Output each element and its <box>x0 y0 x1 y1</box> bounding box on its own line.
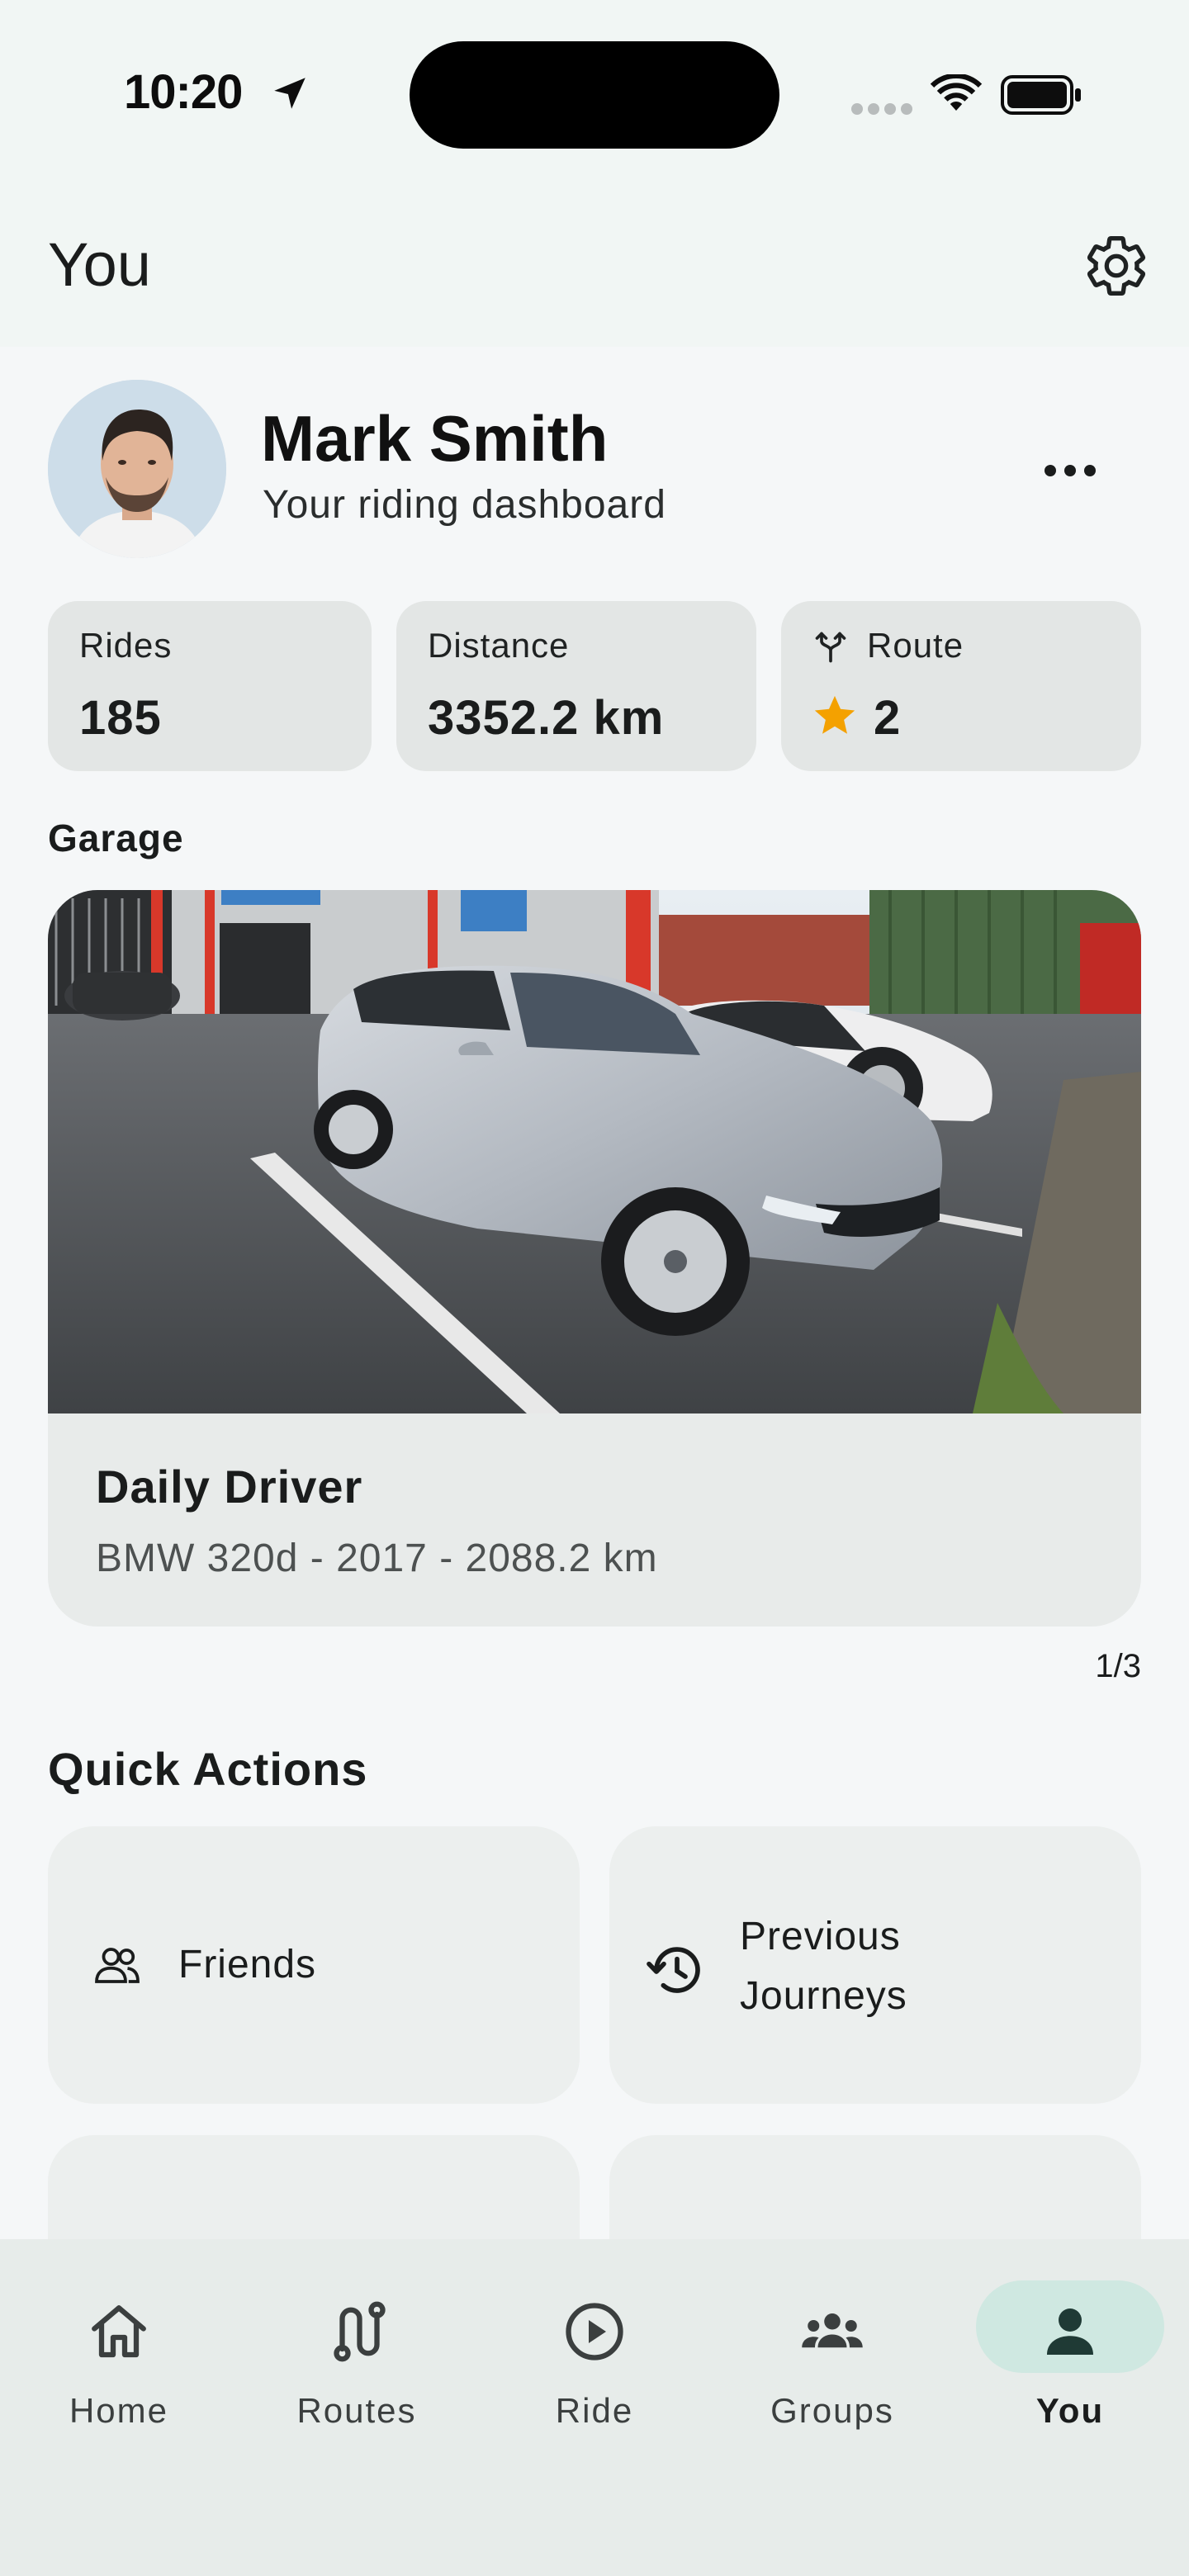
nav-label: Home <box>69 2391 169 2430</box>
person-icon <box>1047 2308 1093 2355</box>
nav-item-ride[interactable]: Ride <box>495 2262 694 2452</box>
fork-icon <box>815 632 846 663</box>
more-options-icon[interactable] <box>1037 452 1103 489</box>
settings-gear-icon[interactable] <box>1083 233 1149 299</box>
home-icon <box>92 2305 146 2358</box>
stat-card-distance[interactable]: Distance 3352.2 km <box>396 601 756 771</box>
quick-action-label-line-1: Previous <box>740 1915 901 1958</box>
garage-pager: 1/3 <box>1095 1648 1141 1684</box>
groups-icon <box>802 2313 863 2348</box>
star-icon <box>814 695 855 734</box>
history-icon <box>647 1947 700 1993</box>
stat-value: 2 <box>874 691 902 745</box>
people-icon <box>95 1948 140 1983</box>
nav-item-routes[interactable]: Routes <box>258 2262 456 2452</box>
garage-vehicle-card[interactable]: Daily Driver BMW 320d - 2017 - 2088.2 km <box>48 890 1141 1627</box>
nav-label: Ride <box>555 2391 634 2430</box>
wifi-icon <box>930 74 983 111</box>
quick-actions-title: Quick Actions <box>48 1743 368 1795</box>
nav-label: Routes <box>296 2391 417 2430</box>
status-time: 10:20 <box>124 65 243 119</box>
quick-action-label: Friends <box>178 1943 317 1986</box>
user-subtitle: Your riding dashboard <box>263 483 666 527</box>
nav-item-groups[interactable]: Groups <box>733 2262 931 2452</box>
stat-card-route[interactable]: Route 2 <box>781 601 1141 771</box>
avatar[interactable] <box>48 380 226 558</box>
location-arrow-icon <box>274 78 306 109</box>
avatar-portrait <box>48 380 226 558</box>
quick-action-label-line-2: Journeys <box>740 1974 907 2018</box>
app-header <box>0 173 1189 347</box>
play-circle-icon <box>566 2303 623 2361</box>
vehicle-name: Daily Driver <box>96 1461 363 1513</box>
stat-value: 185 <box>79 691 162 745</box>
nav-item-you[interactable]: You <box>971 2262 1169 2452</box>
stat-label: Rides <box>79 626 173 665</box>
stat-card-rides[interactable]: Rides 185 <box>48 601 372 771</box>
quick-action-previous-journeys[interactable]: Previous Journeys <box>609 1826 1141 2104</box>
nav-item-home[interactable]: Home <box>20 2262 218 2452</box>
user-name: Mark Smith <box>261 402 609 475</box>
quick-action-friends[interactable]: Friends <box>48 1826 580 2104</box>
stat-value: 3352.2 km <box>428 691 665 745</box>
vehicle-photo <box>48 890 1141 1413</box>
page-title: You <box>48 230 151 299</box>
cellular-signal-icon <box>851 103 912 115</box>
garage-section-title: Garage <box>48 817 184 859</box>
nav-label: You <box>1035 2391 1105 2430</box>
stat-label: Route <box>867 626 964 665</box>
battery-icon <box>1001 75 1081 115</box>
vehicle-details: BMW 320d - 2017 - 2088.2 km <box>96 1537 658 1580</box>
dynamic-island <box>410 41 779 149</box>
nav-label: Groups <box>770 2391 894 2430</box>
stat-label: Distance <box>428 626 570 665</box>
route-icon <box>334 2301 386 2362</box>
